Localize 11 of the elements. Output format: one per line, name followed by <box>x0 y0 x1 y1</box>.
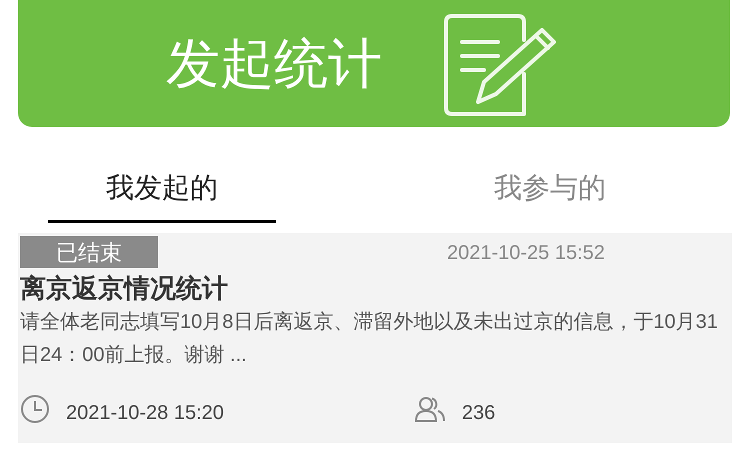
clock-icon <box>20 394 50 424</box>
survey-description: 请全体老同志填写10月8日后离返京、滞留外地以及未出过京的信息，于10月31日24：00前上报。谢谢 ... <box>20 310 719 368</box>
people-icon <box>414 395 446 423</box>
survey-title: 离京返京情况统计 <box>20 272 229 305</box>
status-badge: 已结束 <box>20 236 158 268</box>
deadline-time: 2021-10-28 15:20 <box>66 401 224 426</box>
participant-count: 236 <box>462 401 496 426</box>
survey-card[interactable]: 已结束 2021-10-25 15:52 离京返京情况统计 请全体老同志填写10月8日后离返京、滞留外地以及未出过京的信息，于10月31日24：00前上报。谢谢 ... 2021-10-28 15:20 236 <box>18 233 732 443</box>
created-time: 2021-10-25 15:52 <box>447 241 605 266</box>
tab[interactable]: 我发起的 <box>48 167 276 223</box>
tab[interactable]: 我参与的 <box>436 167 664 223</box>
